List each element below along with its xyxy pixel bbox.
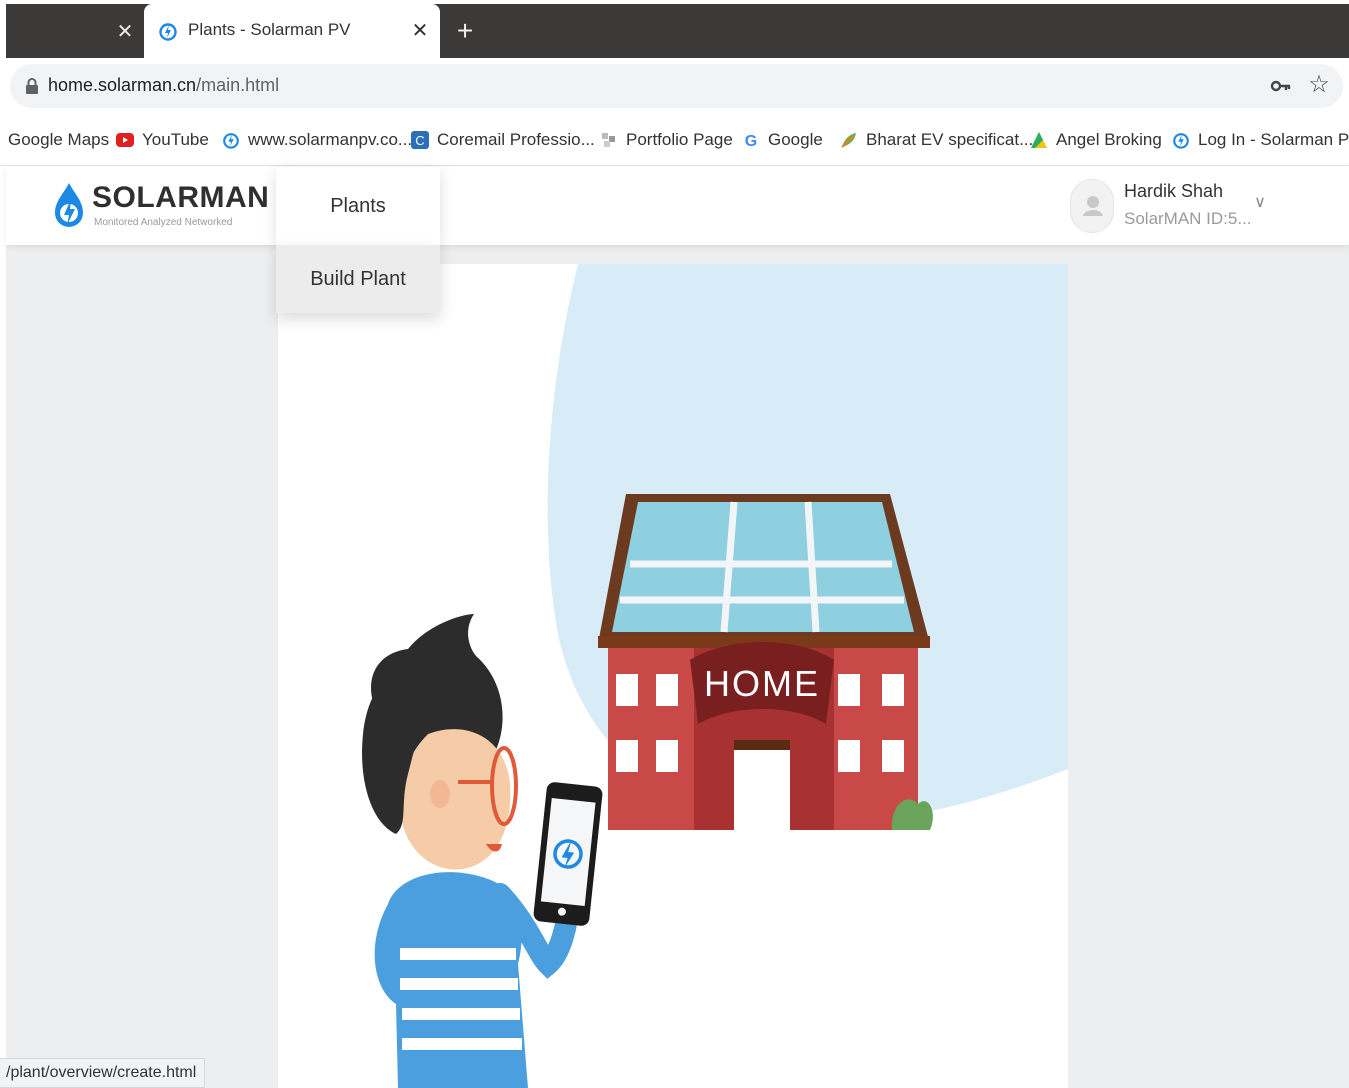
coremail-icon: C [411, 131, 429, 149]
bookmark-label: Bharat EV specificat... [866, 130, 1034, 149]
new-tab-icon[interactable]: + [450, 17, 480, 47]
empty-state-card: HOME [278, 264, 1068, 1088]
bookmark-label: Log In - Solarman PV [1198, 130, 1349, 149]
address-bar[interactable]: home.solarman.cn/main.html ☆ [10, 64, 1343, 108]
bookmark-coremail[interactable]: C Coremail Professio... [411, 128, 595, 152]
url-host: home.solarman.cn [48, 75, 197, 95]
lock-icon [26, 78, 38, 94]
menu-item-build-plant[interactable]: Build Plant [276, 245, 440, 313]
solarman-icon [159, 23, 177, 41]
tab-strip: ✕ Plants - Solarman PV ✕ + [6, 4, 1349, 58]
chevron-down-icon[interactable]: ∨ [1250, 191, 1270, 215]
solarman-logo[interactable]: SOLARMAN Monitored Analyzed Networked [52, 179, 269, 233]
bookmark-label: www.solarmanpv.co... [248, 130, 413, 149]
tab-title: Plants - Solarman PV [188, 20, 351, 39]
avatar[interactable] [1070, 179, 1114, 233]
user-name[interactable]: Hardik Shah [1124, 181, 1223, 202]
bookmark-label: Google [768, 130, 823, 149]
google-icon: G [745, 133, 757, 149]
bookmark-portfolio[interactable]: Portfolio Page [600, 128, 733, 152]
svg-text:G: G [745, 133, 757, 149]
solarman-icon [223, 133, 239, 149]
bookmark-label: Coremail Professio... [437, 130, 595, 149]
bookmark-label: YouTube [142, 130, 209, 149]
browser-toolbar: home.solarman.cn/main.html ☆ [6, 58, 1349, 116]
user-id: SolarMAN ID:5... [1124, 209, 1252, 228]
home-sign-text: HOME [704, 663, 820, 704]
bookmark-bharat-ev[interactable]: Bharat EV specificat... [840, 128, 1033, 152]
close-tab-icon[interactable]: ✕ [408, 18, 432, 44]
url-path: /main.html [196, 75, 280, 95]
close-tab-icon[interactable]: ✕ [112, 19, 138, 45]
youtube-icon [116, 133, 134, 147]
app-header: SOLARMAN Monitored Analyzed Networked Pl… [6, 167, 1349, 245]
bookmark-solarman-login[interactable]: Log In - Solarman PV [1172, 128, 1349, 152]
bookmark-label: Portfolio Page [626, 130, 733, 149]
bookmark-angel-broking[interactable]: Angel Broking [1030, 128, 1162, 152]
home-illustration: HOME [362, 264, 1068, 1088]
logo-wordmark: SOLARMAN [92, 181, 270, 214]
angel-icon [1031, 132, 1047, 148]
bookmark-youtube[interactable]: YouTube [116, 128, 209, 152]
status-bar-url: /plant/overview/create.html [0, 1058, 206, 1088]
solarman-logo-icon [55, 183, 83, 227]
url-text: home.solarman.cn/main.html [48, 75, 279, 96]
svg-text:C: C [415, 133, 424, 148]
bookmarks-bar: Google Maps YouTube www.solarmanpv.co...… [0, 116, 1349, 166]
portfolio-icon [602, 133, 615, 147]
bookmark-label: Google Maps [8, 130, 110, 149]
bookmark-google-maps[interactable]: Google Maps [8, 128, 109, 152]
solarman-icon [1173, 133, 1189, 149]
logo-tagline: Monitored Analyzed Networked [94, 217, 233, 228]
browser-window: ✕ Plants - Solarman PV ✕ + home.solarman… [0, 0, 1349, 1088]
user-icon [1083, 196, 1103, 216]
star-icon[interactable]: ☆ [1306, 72, 1332, 98]
bookmark-solarmanpv[interactable]: www.solarmanpv.co... [222, 128, 412, 152]
key-icon[interactable] [1270, 76, 1292, 96]
nav-plants[interactable]: Plants [276, 167, 440, 245]
bookmark-google[interactable]: G Google [742, 128, 823, 152]
bookmark-label: Angel Broking [1056, 130, 1162, 149]
leaf-icon [841, 133, 856, 148]
tab-plants[interactable]: Plants - Solarman PV ✕ [144, 4, 440, 58]
